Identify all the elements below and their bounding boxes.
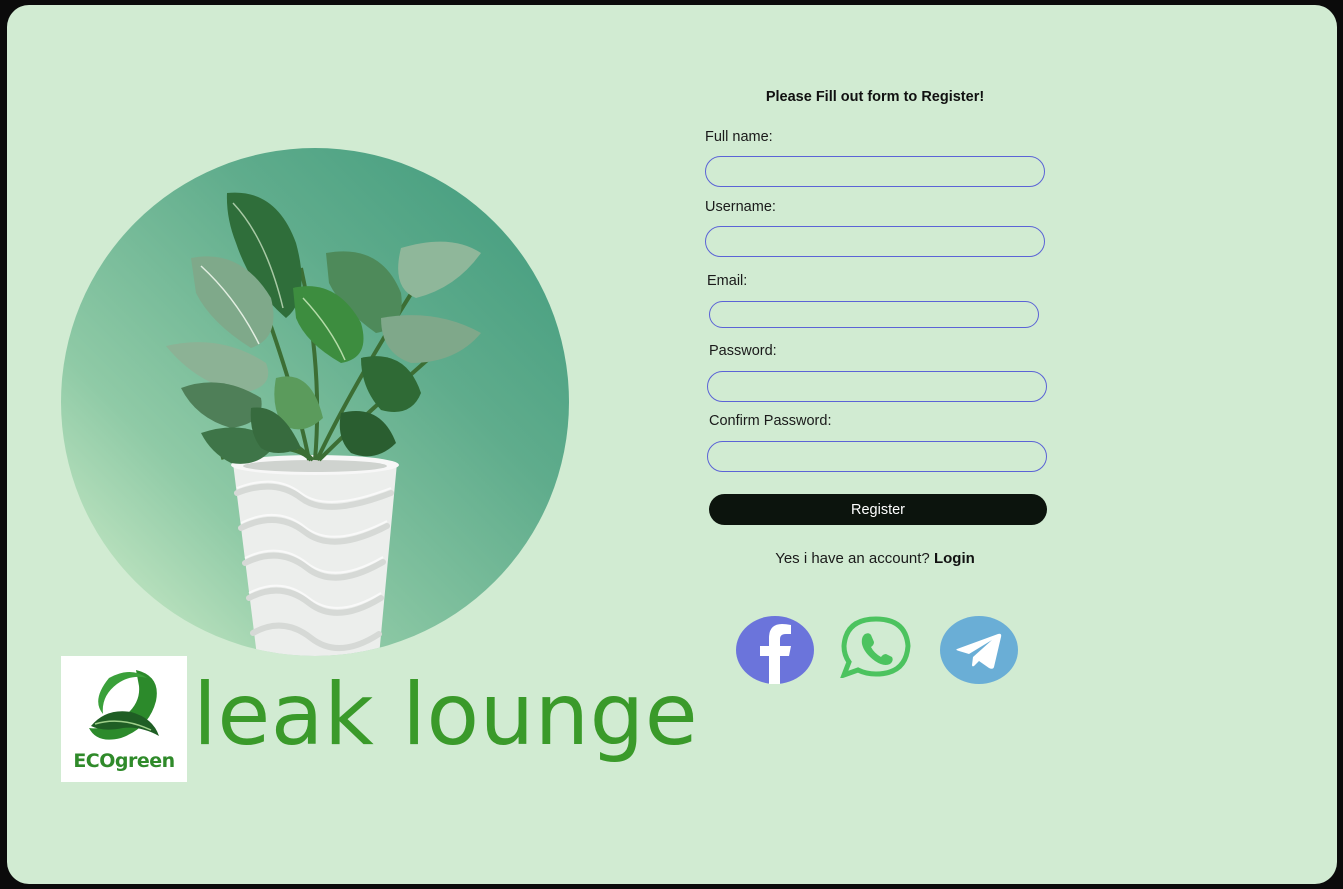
full-name-field[interactable] bbox=[705, 156, 1045, 187]
brand-name: leak lounge bbox=[193, 665, 699, 765]
username-field[interactable] bbox=[705, 226, 1045, 257]
username-label: Username: bbox=[705, 199, 776, 215]
email-label: Email: bbox=[707, 273, 748, 289]
password-field[interactable] bbox=[707, 371, 1047, 402]
whatsapp-icon[interactable] bbox=[839, 616, 912, 683]
account-prompt: Yes i have an account? Login bbox=[695, 550, 1055, 567]
facebook-icon[interactable] bbox=[736, 616, 814, 689]
form-title: Please Fill out form to Register! bbox=[765, 89, 985, 105]
page-frame: ECOgreen leak lounge Please Fill out for… bbox=[7, 5, 1337, 884]
confirm-password-label: Confirm Password: bbox=[709, 413, 832, 429]
account-prompt-text: Yes i have an account? bbox=[775, 550, 930, 567]
ecogreen-logo: ECOgreen bbox=[61, 656, 187, 782]
register-button[interactable]: Register bbox=[709, 494, 1047, 525]
confirm-password-field[interactable] bbox=[707, 441, 1047, 472]
email-field[interactable] bbox=[709, 301, 1039, 328]
logo-text: ECOgreen bbox=[73, 750, 175, 772]
full-name-label: Full name: bbox=[705, 129, 773, 145]
telegram-icon[interactable] bbox=[940, 616, 1018, 689]
login-link[interactable]: Login bbox=[934, 550, 975, 567]
password-label: Password: bbox=[709, 343, 777, 359]
hero-plant-image bbox=[61, 148, 569, 656]
